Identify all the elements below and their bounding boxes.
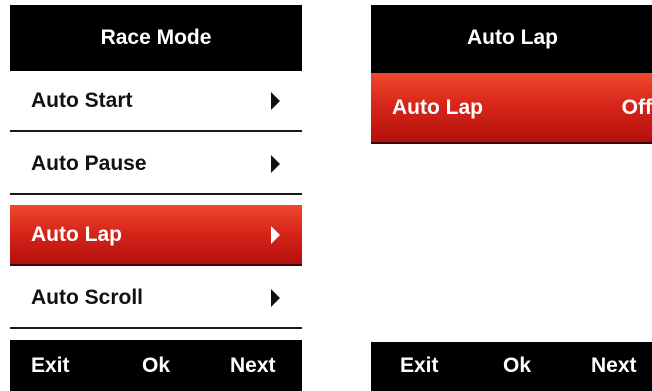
- chevron-right-icon: [271, 91, 280, 110]
- menu-item-label: Auto Start: [31, 88, 133, 112]
- exit-button[interactable]: Exit: [400, 354, 439, 378]
- screen-title: Race Mode: [100, 26, 212, 49]
- menu-item-auto-lap[interactable]: Auto Lap: [10, 205, 302, 266]
- ok-button[interactable]: Ok: [503, 354, 531, 378]
- next-button[interactable]: Next: [591, 354, 637, 378]
- softkey-bar: Exit Ok Next: [10, 340, 302, 391]
- screen-title: Auto Lap: [467, 26, 558, 49]
- menu-list: Auto Lap Off: [371, 73, 652, 342]
- exit-button[interactable]: Exit: [31, 354, 70, 378]
- softkey-bar: Exit Ok Next: [371, 340, 652, 391]
- race-mode-screen: Race Mode Auto Start Auto Pause Auto Lap…: [10, 5, 302, 391]
- menu-item-label: Auto Lap: [392, 95, 483, 119]
- menu-list: Auto Start Auto Pause Auto Lap Auto Scro…: [10, 71, 302, 340]
- chevron-right-icon: [271, 288, 280, 307]
- setting-value: Off: [621, 95, 652, 119]
- menu-item-label: Auto Pause: [31, 151, 147, 175]
- menu-item-auto-start[interactable]: Auto Start: [10, 71, 302, 132]
- auto-lap-screen: Auto Lap Auto Lap Off Exit Ok Next: [371, 5, 652, 391]
- menu-item-label: Auto Scroll: [31, 285, 144, 309]
- ok-button[interactable]: Ok: [142, 354, 170, 378]
- chevron-right-icon: [271, 154, 280, 173]
- menu-item-label: Auto Lap: [31, 222, 122, 246]
- menu-item-auto-scroll[interactable]: Auto Scroll: [10, 268, 302, 329]
- next-button[interactable]: Next: [230, 354, 276, 378]
- menu-item-auto-lap-setting[interactable]: Auto Lap Off: [371, 73, 652, 144]
- chevron-right-icon: [271, 225, 280, 244]
- menu-item-auto-pause[interactable]: Auto Pause: [10, 134, 302, 195]
